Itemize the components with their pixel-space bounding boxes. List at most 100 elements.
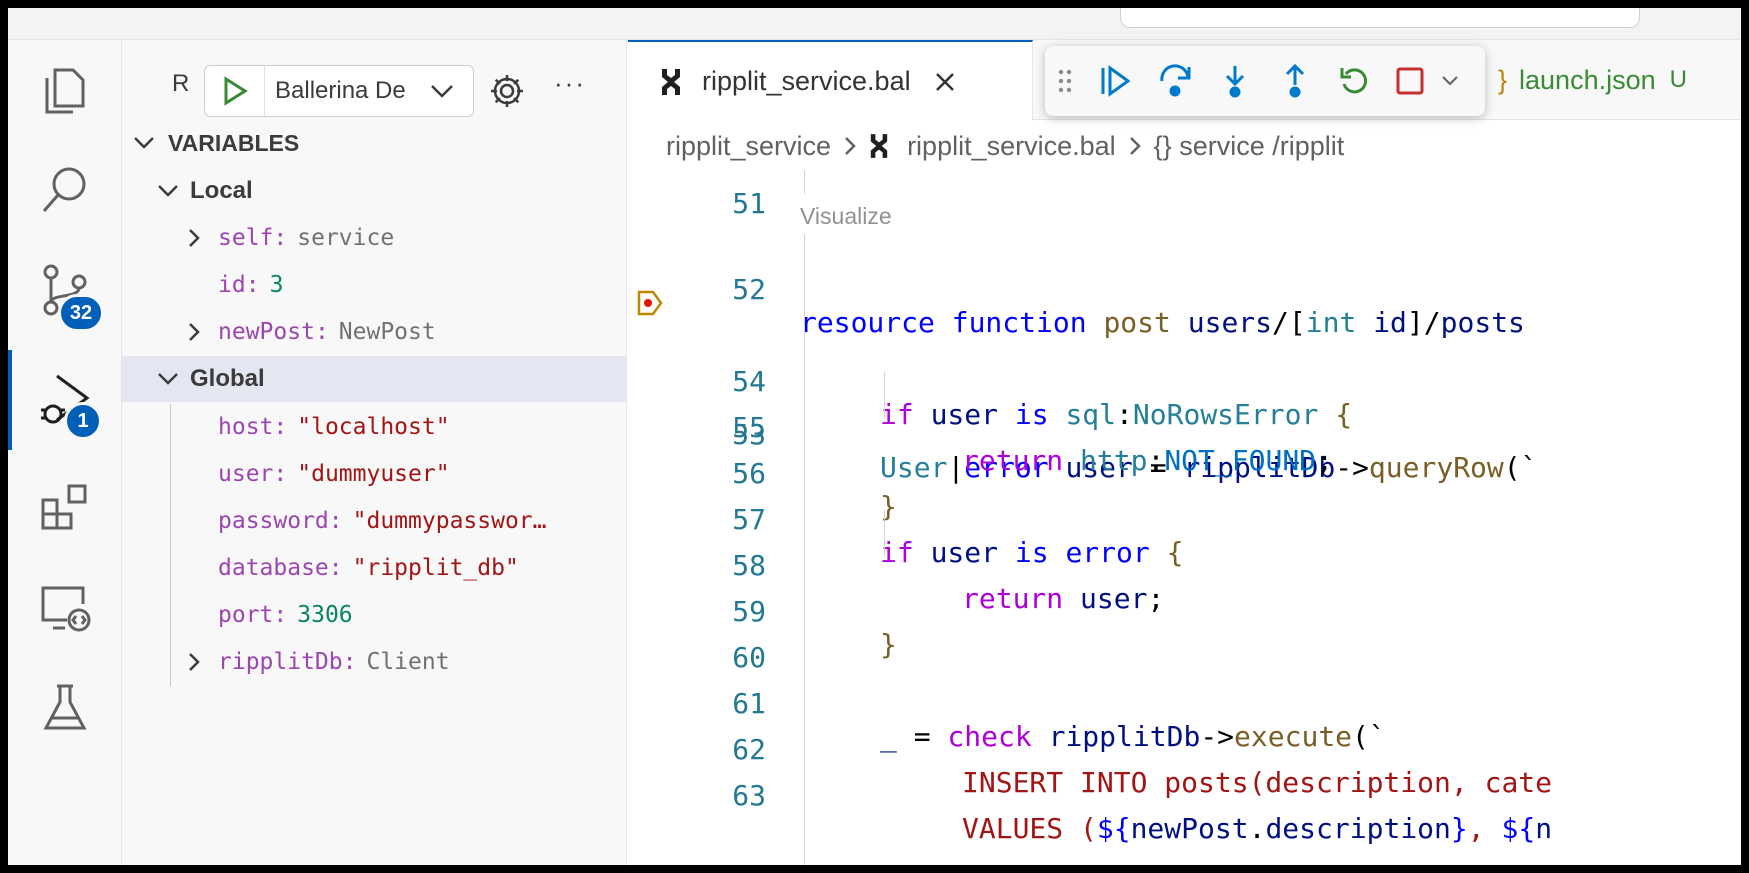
- chevron-down-icon: [431, 85, 453, 98]
- breadcrumb-symbol[interactable]: {} service /ripplit: [1154, 131, 1345, 162]
- variable-separator: :: [273, 461, 288, 487]
- variable-row[interactable]: ripplitDb: Client: [122, 639, 627, 685]
- variable-separator: :: [328, 555, 343, 581]
- launch-config-select[interactable]: Ballerina De: [204, 65, 474, 117]
- stop-options-dropdown[interactable]: [1435, 51, 1465, 111]
- editor-tab-bar: ripplit_service.bal } launch.json U: [628, 40, 1741, 121]
- code-line: 60: [732, 641, 766, 674]
- local-scope-header[interactable]: Local: [122, 168, 627, 214]
- extensions-activity[interactable]: [8, 458, 122, 558]
- explorer-activity[interactable]: [8, 40, 122, 140]
- variable-name: self: [218, 225, 274, 251]
- variable-row[interactable]: newPost: NewPost: [122, 309, 627, 355]
- indent-guide: [804, 170, 805, 194]
- start-debugging-button[interactable]: [205, 66, 265, 116]
- restart-button[interactable]: [1325, 51, 1385, 111]
- line-number: 51: [732, 187, 766, 220]
- variable-row[interactable]: database: "ripplit_db": [122, 545, 627, 591]
- variable-row[interactable]: user: "dummyuser": [122, 451, 627, 497]
- variable-row[interactable]: id:3: [122, 262, 627, 308]
- remote-explorer-icon: [41, 586, 91, 632]
- variable-name: newPost: [218, 319, 315, 345]
- code-line: 63 VALUES (${newPost.description}, ${n: [732, 779, 1553, 845]
- chevron-down-icon: [130, 136, 158, 150]
- variable-name: ripplitDb: [218, 649, 343, 675]
- debug-toolbar: [1045, 46, 1485, 116]
- variable-row[interactable]: host: "localhost": [122, 404, 627, 450]
- variable-separator: :: [273, 414, 288, 440]
- drag-handle-icon[interactable]: [1045, 51, 1085, 111]
- variable-row[interactable]: password: "dummypasswor…: [122, 498, 627, 544]
- code-line: 52 resource function post users/[int id]…: [732, 273, 1525, 339]
- play-icon: [224, 76, 248, 106]
- sidebar-title: R: [172, 70, 190, 97]
- search-activity[interactable]: [8, 140, 122, 240]
- tab-label: ripplit_service.bal: [702, 66, 911, 96]
- code-line: 58 return user;: [732, 549, 1165, 615]
- variable-row[interactable]: self: service: [122, 215, 627, 261]
- step-into-button[interactable]: [1205, 51, 1265, 111]
- testing-activity[interactable]: [8, 658, 122, 758]
- breadcrumb-folder[interactable]: ripplit_service: [666, 131, 831, 162]
- launch-config-name: Ballerina De: [275, 77, 406, 104]
- step-out-icon: [1285, 63, 1305, 98]
- untracked-status: U: [1669, 66, 1687, 93]
- command-center[interactable]: [1120, 8, 1640, 28]
- ballerina-file-icon: [870, 134, 888, 158]
- current-code-line: 53 User|error user = ripplitDb->queryRow…: [628, 280, 1741, 484]
- indent-guide: [804, 234, 805, 865]
- code-line: 59 }: [732, 595, 897, 661]
- code-line: 55 return http:NOT_FOUND;: [732, 411, 1333, 477]
- step-out-button[interactable]: [1265, 51, 1325, 111]
- global-scope-header[interactable]: Global: [122, 356, 627, 402]
- continue-button[interactable]: [1085, 51, 1145, 111]
- step-into-icon: [1225, 66, 1245, 98]
- gear-icon[interactable]: [487, 71, 527, 111]
- indent-guide: [884, 510, 885, 556]
- code-line: 57 if user is error {: [732, 503, 1184, 569]
- variable-name: user: [218, 461, 274, 487]
- step-over-button[interactable]: [1145, 51, 1205, 111]
- variable-value: 3: [269, 272, 284, 298]
- chevron-right-icon[interactable]: [180, 227, 208, 249]
- source-control-activity[interactable]: 32: [8, 240, 122, 340]
- more-actions-icon[interactable]: ···: [554, 68, 586, 99]
- variable-value: "localhost": [297, 414, 450, 440]
- variable-separator: :: [314, 319, 329, 345]
- chevron-right-icon: [843, 135, 857, 157]
- tab-ripplit-service[interactable]: ripplit_service.bal: [628, 40, 1033, 121]
- chevron-down-icon: [154, 372, 182, 386]
- stop-button[interactable]: [1385, 51, 1435, 111]
- chevron-right-icon[interactable]: [180, 321, 208, 343]
- remote-explorer-activity[interactable]: [8, 558, 122, 658]
- variable-separator: :: [328, 508, 343, 534]
- debug-badge: 1: [64, 402, 102, 440]
- extensions-icon: [41, 484, 87, 530]
- local-scope-label: Local: [190, 177, 253, 204]
- codelens-visualize[interactable]: Visualize: [800, 203, 892, 230]
- variable-name: id: [218, 272, 246, 298]
- variable-separator: :: [245, 272, 260, 298]
- variable-name: password: [218, 508, 329, 534]
- indent-guide: [884, 372, 885, 418]
- chevron-down-icon: [154, 184, 182, 198]
- variable-row[interactable]: port:3306: [122, 592, 627, 638]
- chevron-right-icon: [1128, 135, 1142, 157]
- code-editor[interactable]: 51 Visualize 52 resource function post u…: [628, 170, 1741, 865]
- variables-section-header[interactable]: VARIABLES: [122, 120, 627, 166]
- close-icon[interactable]: [933, 70, 957, 94]
- variable-name: database: [218, 555, 329, 581]
- chevron-right-icon[interactable]: [180, 651, 208, 673]
- continue-icon: [1101, 65, 1131, 97]
- current-breakpoint-icon[interactable]: [636, 289, 664, 317]
- flask-icon: [43, 684, 87, 730]
- run-debug-activity[interactable]: 1: [8, 350, 122, 450]
- code-line: 51: [628, 170, 1741, 220]
- variable-value: Client: [366, 649, 450, 675]
- variable-value: 3306: [297, 602, 353, 628]
- variable-value: "dummypasswor…: [352, 508, 547, 534]
- tab-launch-json[interactable]: } launch.json U: [1498, 40, 1687, 120]
- code-line: 61 _ = check ripplitDb->execute(`: [732, 687, 1386, 753]
- breadcrumb-file[interactable]: ripplit_service.bal: [907, 131, 1116, 162]
- tab-label: launch.json: [1519, 64, 1656, 95]
